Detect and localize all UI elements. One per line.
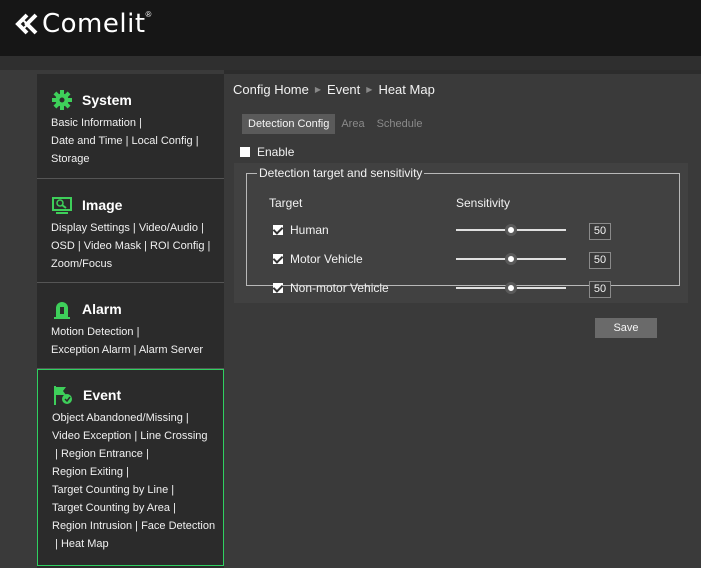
breadcrumb-event[interactable]: Event bbox=[327, 82, 360, 97]
non-motor-vehicle-checkbox[interactable] bbox=[273, 283, 283, 293]
non-motor-vehicle-label: Non-motor Vehicle bbox=[290, 281, 389, 295]
tab-area[interactable]: Area bbox=[335, 114, 370, 134]
sidebar: System Basic Information | Date and Time… bbox=[37, 74, 224, 568]
comelit-mark-icon bbox=[15, 13, 38, 35]
comelit-logo: Comelit ® bbox=[14, 9, 151, 39]
slider-thumb[interactable] bbox=[505, 253, 517, 265]
brand-reg-mark: ® bbox=[145, 9, 152, 19]
sidebar-group-links[interactable]: Basic Information | Date and Time | Loca… bbox=[37, 114, 224, 168]
sensitivity-header: Sensitivity bbox=[456, 196, 511, 210]
enable-checkbox[interactable] bbox=[240, 147, 250, 157]
sidebar-group-links[interactable]: Object Abandoned/Missing | Video Excepti… bbox=[38, 409, 223, 553]
event-flag-icon bbox=[54, 386, 72, 405]
breadcrumb: Config Home ▶ Event ▶ Heat Map bbox=[233, 82, 435, 97]
brand-name: Comelit bbox=[42, 9, 146, 39]
fieldset-legend: Detection target and sensitivity bbox=[257, 166, 425, 180]
sidebar-group-title: Event bbox=[83, 387, 122, 403]
human-label: Human bbox=[290, 223, 329, 237]
sidebar-group-title: Image bbox=[82, 197, 123, 213]
non-motor-vehicle-sensitivity-slider[interactable] bbox=[456, 282, 566, 294]
alarm-icon bbox=[54, 302, 70, 319]
motor-vehicle-sensitivity-slider[interactable] bbox=[456, 253, 566, 265]
sidebar-group-event[interactable]: Event Object Abandoned/Missing | Video E… bbox=[37, 369, 224, 566]
non-motor-vehicle-sensitivity-value[interactable]: 50 bbox=[589, 281, 611, 298]
detection-fieldset: Detection target and sensitivity Target … bbox=[246, 166, 680, 298]
header-strip bbox=[0, 56, 701, 70]
detection-panel: Detection target and sensitivity Target … bbox=[234, 163, 688, 303]
sidebar-group-head: System bbox=[37, 88, 224, 112]
target-header: Target bbox=[269, 196, 303, 210]
target-row-non-motor-vehicle: Non-motor Vehicle bbox=[273, 281, 389, 295]
human-checkbox[interactable] bbox=[273, 225, 283, 235]
sidebar-group-head: Event bbox=[38, 383, 223, 407]
human-sensitivity-slider[interactable] bbox=[456, 224, 566, 236]
sidebar-group-head: Image bbox=[37, 193, 224, 217]
breadcrumb-heat-map: Heat Map bbox=[378, 82, 435, 97]
image-icon bbox=[52, 197, 72, 214]
sidebar-group-title: System bbox=[82, 92, 132, 108]
breadcrumb-separator-icon: ▶ bbox=[366, 85, 373, 94]
target-row-human: Human bbox=[273, 223, 329, 237]
slider-thumb[interactable] bbox=[505, 282, 517, 294]
save-button[interactable]: Save bbox=[595, 318, 657, 338]
enable-row[interactable]: Enable bbox=[240, 145, 294, 159]
tab-schedule[interactable]: Schedule bbox=[371, 114, 429, 134]
breadcrumb-separator-icon: ▶ bbox=[314, 85, 322, 94]
target-row-motor-vehicle: Motor Vehicle bbox=[273, 252, 363, 266]
enable-label: Enable bbox=[257, 145, 295, 159]
gear-icon bbox=[52, 90, 72, 110]
sidebar-group-links[interactable]: Display Settings | Video/Audio | OSD | V… bbox=[37, 219, 224, 273]
sidebar-group-alarm[interactable]: Alarm Motion Detection | Exception Alarm… bbox=[37, 283, 224, 369]
sidebar-group-links[interactable]: Motion Detection | Exception Alarm | Ala… bbox=[37, 323, 224, 359]
main-content: Config Home ▶ Event ▶ Heat Map Detection… bbox=[224, 74, 701, 568]
tab-detection-config[interactable]: Detection Config bbox=[242, 114, 336, 134]
sidebar-group-head: Alarm bbox=[37, 297, 224, 321]
sidebar-group-system[interactable]: System Basic Information | Date and Time… bbox=[37, 74, 224, 179]
sidebar-group-title: Alarm bbox=[82, 301, 122, 317]
motor-vehicle-label: Motor Vehicle bbox=[290, 252, 363, 266]
sidebar-group-image[interactable]: Image Display Settings | Video/Audio | O… bbox=[37, 179, 224, 283]
tab-bar: Detection Config Area Schedule bbox=[242, 114, 428, 134]
breadcrumb-config-home[interactable]: Config Home bbox=[233, 82, 309, 97]
slider-thumb[interactable] bbox=[505, 224, 517, 236]
top-bar: Comelit ® bbox=[0, 0, 701, 56]
motor-vehicle-checkbox[interactable] bbox=[273, 254, 283, 264]
motor-vehicle-sensitivity-value[interactable]: 50 bbox=[589, 252, 611, 269]
human-sensitivity-value[interactable]: 50 bbox=[589, 223, 611, 240]
